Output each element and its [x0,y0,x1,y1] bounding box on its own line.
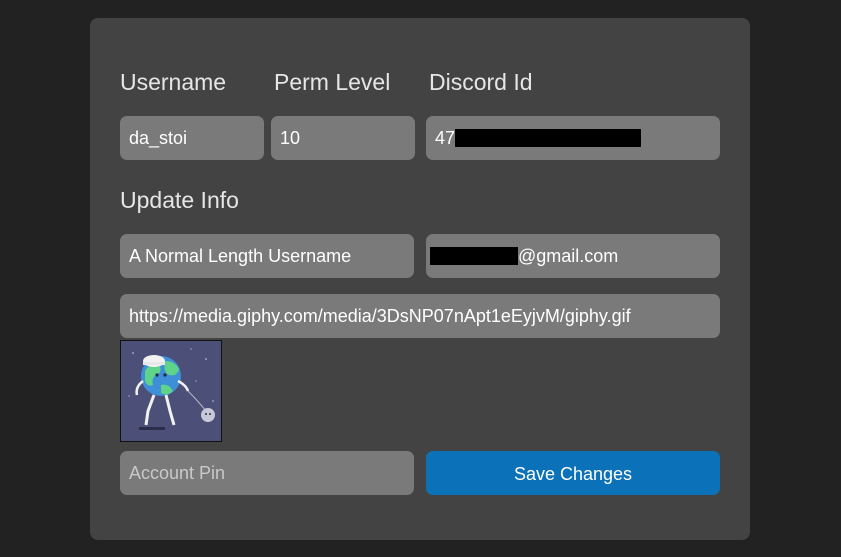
display-name-field[interactable]: A Normal Length Username [120,234,414,278]
current-username-field[interactable]: da_stoi [120,116,264,160]
avatar-url-field[interactable]: https://media.giphy.com/media/3DsNP07nAp… [120,294,720,338]
update-info-heading: Update Info [120,187,239,213]
redaction-bar [430,247,518,265]
discord-id-prefix: 47 [435,128,456,148]
walking-earth-icon [121,341,221,441]
save-changes-button[interactable]: Save Changes [426,451,720,495]
avatar-preview-image [120,340,222,442]
account-card: Username Perm Level Discord Id da_stoi 1… [90,18,750,540]
redaction-bar [455,129,641,147]
username-label: Username [120,69,227,95]
discord-id-label: Discord Id [429,69,533,95]
email-suffix: @gmail.com [518,246,619,266]
perm-level-label: Perm Level [274,69,391,95]
email-field[interactable]: @gmail.com [426,234,720,278]
discord-id-field[interactable]: 47 [426,116,720,160]
perm-level-field[interactable]: 10 [271,116,415,160]
account-pin-input[interactable] [120,451,414,495]
